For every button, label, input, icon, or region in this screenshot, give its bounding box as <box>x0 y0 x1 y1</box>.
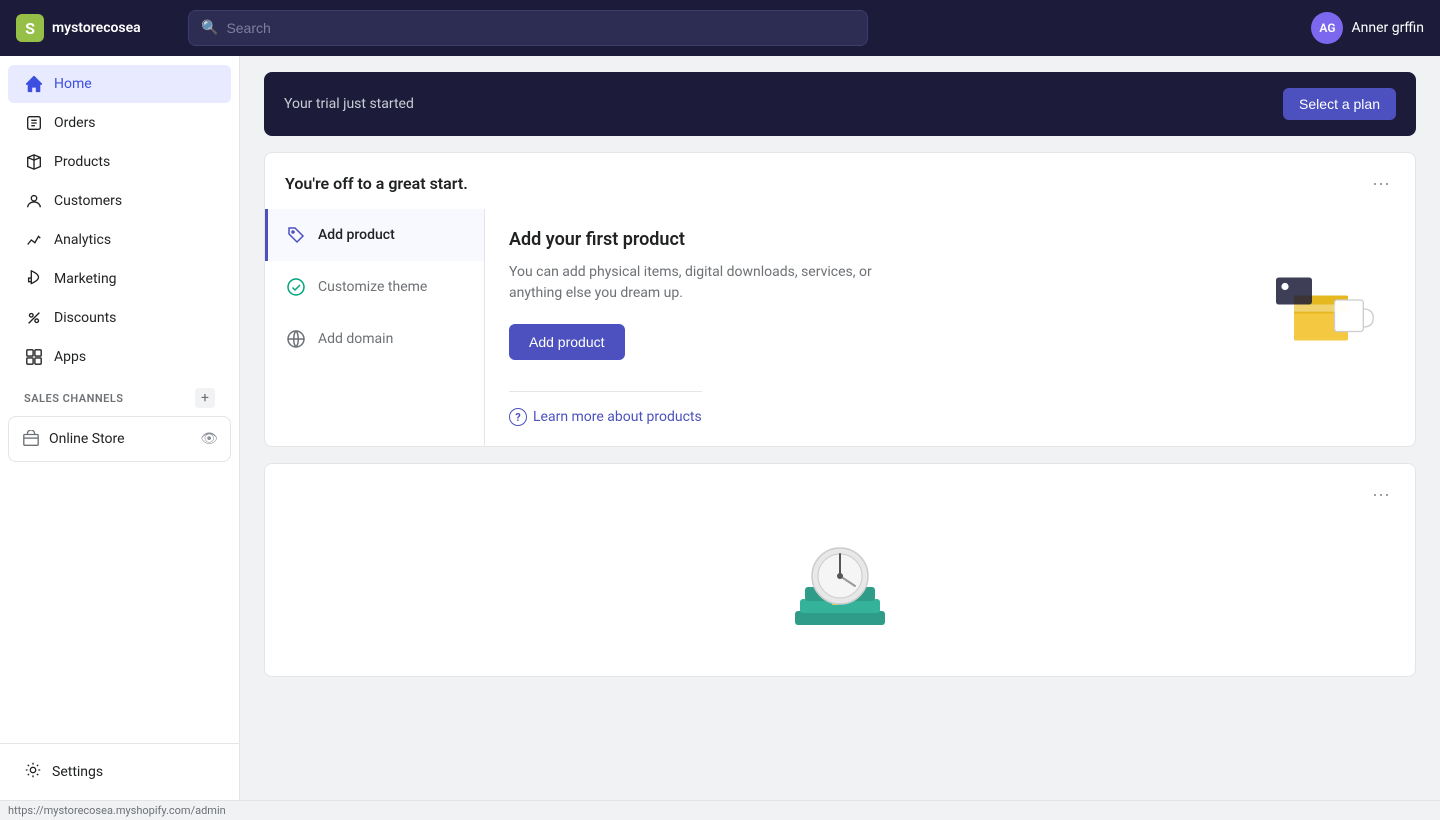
apps-label: Apps <box>54 349 86 365</box>
product-illustration <box>1251 229 1391 371</box>
marketing-icon <box>24 269 44 289</box>
start-card: You're off to a great start. ··· Add pro… <box>264 152 1416 447</box>
sidebar-item-home[interactable]: Home <box>8 65 231 103</box>
steps-card-body: Add product Customize theme Add domain <box>265 209 1415 446</box>
discounts-label: Discounts <box>54 310 116 326</box>
online-store-label: Online Store <box>49 431 125 447</box>
step-content-title: Add your first product <box>509 229 889 250</box>
user-name: Anner grffin <box>1351 20 1424 36</box>
learn-more-link[interactable]: ? Learn more about products <box>509 391 702 426</box>
start-card-more-button[interactable]: ··· <box>1367 169 1395 197</box>
step-add-product-label: Add product <box>318 227 395 243</box>
search-icon: 🔍 <box>201 20 218 36</box>
apps-icon <box>24 347 44 367</box>
customers-icon <box>24 191 44 211</box>
sidebar-item-orders[interactable]: Orders <box>8 104 231 142</box>
eye-icon: 👁 <box>200 431 218 447</box>
start-card-header: You're off to a great start. ··· <box>265 153 1415 209</box>
home-label: Home <box>54 76 92 92</box>
avatar[interactable]: AG <box>1311 12 1343 44</box>
sidebar-nav: Home Orders Products Customers <box>0 56 239 743</box>
discounts-icon <box>24 308 44 328</box>
sidebar-item-analytics[interactable]: Analytics <box>8 221 231 259</box>
sidebar-item-apps[interactable]: Apps <box>8 338 231 376</box>
marketing-label: Marketing <box>54 271 117 287</box>
compass-illustration <box>780 536 900 656</box>
statusbar-url: https://mystorecosea.myshopify.com/admin <box>8 804 226 817</box>
analytics-icon <box>24 230 44 250</box>
select-plan-button[interactable]: Select a plan <box>1283 88 1396 120</box>
step-add-product[interactable]: Add product <box>265 209 484 261</box>
second-card-more-button[interactable]: ··· <box>1367 480 1395 508</box>
sidebar-item-settings[interactable]: Settings <box>8 752 231 792</box>
products-label: Products <box>54 154 110 170</box>
steps-list: Add product Customize theme Add domain <box>265 209 485 446</box>
step-customize-theme-label: Customize theme <box>318 279 427 295</box>
tag-icon <box>284 223 308 247</box>
step-customize-theme[interactable]: Customize theme <box>265 261 484 313</box>
statusbar: https://mystorecosea.myshopify.com/admin <box>0 800 1440 820</box>
sidebar-bottom: Settings <box>0 743 239 800</box>
search-bar[interactable]: 🔍 <box>188 10 868 46</box>
sidebar-item-discounts[interactable]: Discounts <box>8 299 231 337</box>
add-product-button[interactable]: Add product <box>509 324 625 360</box>
store-name: mystorecosea <box>52 20 141 36</box>
trial-banner: Your trial just started Select a plan <box>264 72 1416 136</box>
top-navigation: S mystorecosea 🔍 AG Anner grffin <box>0 0 1440 56</box>
second-card-body <box>265 520 1415 676</box>
online-store-icon <box>21 429 41 449</box>
orders-label: Orders <box>54 115 96 131</box>
sales-channels-section: Online Store 👁 <box>8 416 231 462</box>
sales-channels-add-button[interactable]: + <box>195 388 215 408</box>
shopify-logo: S <box>16 14 44 42</box>
sales-channels-header: SALES CHANNELS + <box>8 380 231 412</box>
trial-text: Your trial just started <box>284 96 414 112</box>
step-add-domain[interactable]: Add domain <box>265 313 484 365</box>
sales-channels-label: SALES CHANNELS <box>24 392 124 405</box>
analytics-label: Analytics <box>54 232 111 248</box>
settings-label: Settings <box>52 764 103 780</box>
main-content: Your trial just started Select a plan Yo… <box>240 56 1440 800</box>
learn-more-label: Learn more about products <box>533 409 702 425</box>
settings-icon <box>24 761 42 783</box>
online-store-left: Online Store <box>21 429 125 449</box>
second-card: ··· <box>264 463 1416 677</box>
brand-area[interactable]: S mystorecosea <box>16 14 176 42</box>
products-icon <box>24 152 44 172</box>
customers-label: Customers <box>54 193 122 209</box>
sidebar: Home Orders Products Customers <box>0 56 240 800</box>
second-card-header: ··· <box>265 464 1415 520</box>
topnav-right: AG Anner grffin <box>1311 12 1424 44</box>
step-content-main: Add your first product You can add physi… <box>509 229 889 360</box>
orders-icon <box>24 113 44 133</box>
step-content-desc: You can add physical items, digital down… <box>509 262 889 304</box>
start-card-title: You're off to a great start. <box>285 174 468 193</box>
home-icon <box>24 74 44 94</box>
search-input[interactable] <box>226 20 855 36</box>
step-content: Add your first product You can add physi… <box>485 209 1415 446</box>
sidebar-item-products[interactable]: Products <box>8 143 231 181</box>
step-add-domain-label: Add domain <box>318 331 393 347</box>
globe-icon <box>284 327 308 351</box>
sidebar-item-marketing[interactable]: Marketing <box>8 260 231 298</box>
online-store-item[interactable]: Online Store 👁 <box>9 421 230 457</box>
question-circle-icon: ? <box>509 408 527 426</box>
check-circle-icon <box>284 275 308 299</box>
sidebar-item-customers[interactable]: Customers <box>8 182 231 220</box>
